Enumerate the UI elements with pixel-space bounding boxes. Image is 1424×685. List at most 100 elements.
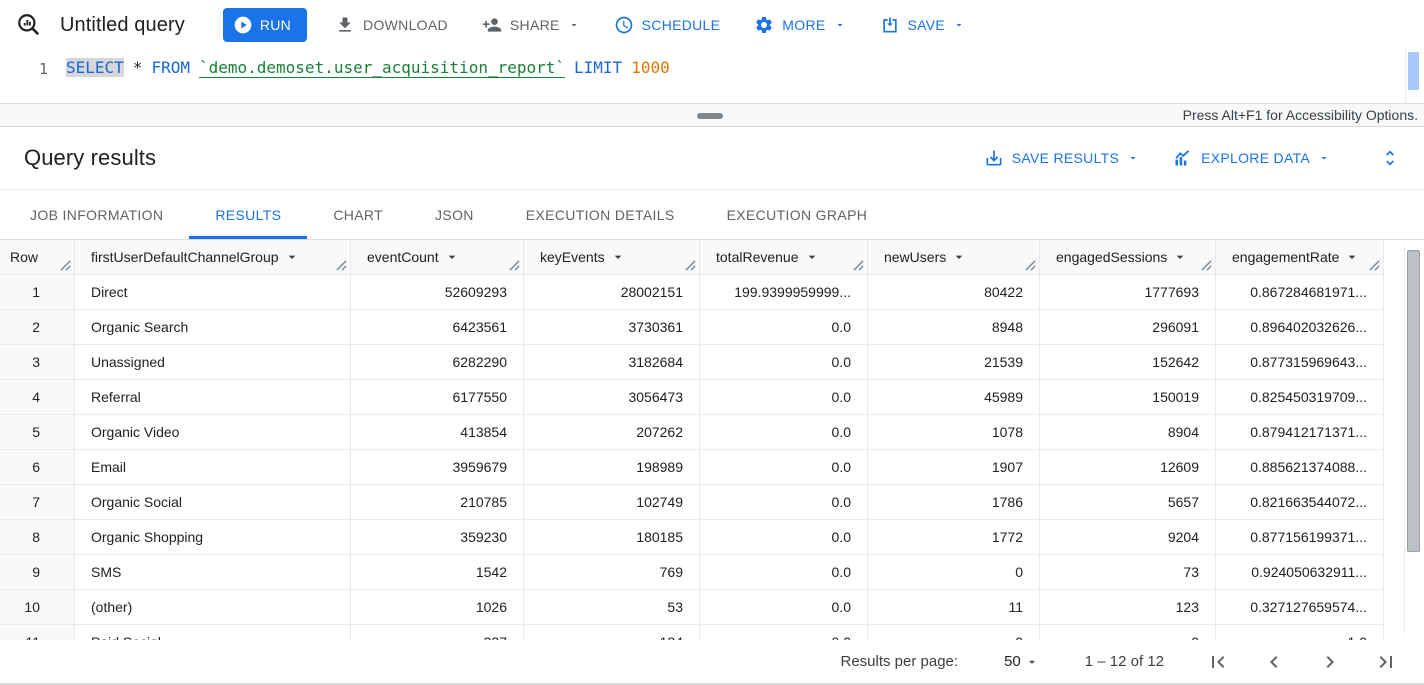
tab-job-information[interactable]: JOB INFORMATION: [4, 190, 189, 239]
table-row: 2 Organic Search 6423561 3730361 0.0 894…: [0, 310, 1383, 345]
column-resize-handle[interactable]: [1025, 260, 1036, 271]
run-label: RUN: [260, 17, 291, 33]
table-cell: 0: [868, 625, 1040, 640]
column-header-label: newUsers: [884, 249, 946, 265]
column-menu-icon[interactable]: [1344, 249, 1360, 265]
sql-table-reference[interactable]: `demo.demoset.user_acquisition_report`: [199, 58, 565, 77]
save-button[interactable]: SAVE: [874, 7, 972, 43]
table-cell: 0.877156199371...: [1216, 520, 1383, 555]
table-cell: 6282290: [351, 345, 524, 380]
editor-scrollbar[interactable]: [1405, 50, 1420, 103]
table-cell: Unassigned: [75, 345, 351, 380]
column-menu-icon[interactable]: [610, 249, 626, 265]
first-page-button[interactable]: [1206, 650, 1230, 674]
column-resize-handle[interactable]: [509, 260, 520, 271]
last-page-icon: [1374, 650, 1398, 674]
column-menu-icon[interactable]: [804, 249, 820, 265]
row-column-header: Row: [0, 240, 75, 275]
table-cell: 152642: [1040, 345, 1216, 380]
table-cell: Email: [75, 450, 351, 485]
table-cell: 45989: [868, 380, 1040, 415]
last-page-button[interactable]: [1374, 650, 1398, 674]
table-row: 6 Email 3959679 198989 0.0 1907 12609 0.…: [0, 450, 1383, 485]
tab-chart[interactable]: CHART: [307, 190, 409, 239]
table-cell: 53: [524, 590, 700, 625]
table-cell: Organic Video: [75, 415, 351, 450]
table-cell: Direct: [75, 275, 351, 310]
expand-results-button[interactable]: [1380, 148, 1400, 168]
sql-code-line[interactable]: 1 SELECT*FROM`demo.demoset.user_acquisit…: [0, 50, 1424, 81]
row-number: 8: [0, 520, 75, 555]
column-menu-icon[interactable]: [1172, 249, 1188, 265]
table-cell: 102749: [524, 485, 700, 520]
more-button[interactable]: MORE: [748, 7, 851, 43]
tab-execution-graph[interactable]: EXECUTION GRAPH: [701, 190, 894, 239]
save-results-icon: [984, 148, 1004, 168]
table-cell: 8904: [1040, 415, 1216, 450]
row-number: 9: [0, 555, 75, 590]
save-results-label: SAVE RESULTS: [1012, 150, 1119, 166]
table-cell: 0.825450319709...: [1216, 380, 1383, 415]
pane-resize-handle[interactable]: [697, 113, 723, 119]
results-scrollbar[interactable]: [1383, 240, 1424, 640]
save-results-button[interactable]: SAVE RESULTS: [984, 148, 1139, 168]
results-scrollbar-thumb[interactable]: [1407, 250, 1420, 552]
column-resize-handle[interactable]: [336, 260, 347, 271]
page-range: 1 – 12 of 12: [1085, 653, 1164, 670]
table-cell: SMS: [75, 555, 351, 590]
explore-data-button[interactable]: EXPLORE DATA: [1173, 148, 1330, 168]
tab-execution-details[interactable]: EXECUTION DETAILS: [500, 190, 701, 239]
table-cell: 1.0: [1216, 625, 1383, 640]
schedule-button[interactable]: SCHEDULE: [608, 7, 727, 43]
page-size-select[interactable]: 50: [1004, 653, 1039, 670]
download-button[interactable]: DOWNLOAD: [329, 7, 454, 43]
table-cell: 3730361: [524, 310, 700, 345]
table-cell: 1026: [351, 590, 524, 625]
column-menu-icon[interactable]: [951, 249, 967, 265]
column-resize-handle[interactable]: [685, 260, 696, 271]
table-cell: Organic Social: [75, 485, 351, 520]
table-cell: 3056473: [524, 380, 700, 415]
table-cell: 210785: [351, 485, 524, 520]
table-cell: 1772: [868, 520, 1040, 555]
query-title[interactable]: Untitled query: [60, 14, 185, 37]
table-cell: 0.896402032626...: [1216, 310, 1383, 345]
table-cell: 1542: [351, 555, 524, 590]
table-cell: 12609: [1040, 450, 1216, 485]
sql-text[interactable]: SELECT*FROM`demo.demoset.user_acquisitio…: [48, 56, 670, 80]
query-results-title: Query results: [24, 145, 156, 171]
table-cell: 0.924050632911...: [1216, 555, 1383, 590]
run-button[interactable]: RUN: [223, 8, 307, 42]
next-page-button[interactable]: [1318, 650, 1342, 674]
column-menu-icon[interactable]: [284, 249, 300, 265]
table-cell: 0.867284681971...: [1216, 275, 1383, 310]
table-cell: 207262: [524, 415, 700, 450]
tab-json[interactable]: JSON: [409, 190, 500, 239]
results-pager: Results per page: 50 1 – 12 of 12: [0, 640, 1424, 685]
table-row: 9 SMS 1542 769 0.0 0 73 0.924050632911..…: [0, 555, 1383, 590]
column-resize-handle[interactable]: [853, 260, 864, 271]
share-label: SHARE: [510, 17, 560, 33]
previous-page-button[interactable]: [1262, 650, 1286, 674]
table-cell: 0.821663544072...: [1216, 485, 1383, 520]
column-header: keyEvents: [524, 240, 700, 275]
column-resize-handle[interactable]: [1369, 260, 1380, 271]
table-cell: 123: [1040, 590, 1216, 625]
chevron-down-icon: [834, 19, 846, 31]
column-header-label: firstUserDefaultChannelGroup: [91, 249, 279, 265]
share-button[interactable]: SHARE: [476, 7, 586, 43]
tab-results[interactable]: RESULTS: [189, 190, 307, 239]
table-cell: 0.0: [700, 485, 868, 520]
table-row: 5 Organic Video 413854 207262 0.0 1078 8…: [0, 415, 1383, 450]
sql-editor[interactable]: 1 SELECT*FROM`demo.demoset.user_acquisit…: [0, 50, 1424, 103]
table-header-row: Row firstUserDefaultChannelGroup eventCo…: [0, 240, 1383, 275]
column-menu-icon[interactable]: [444, 249, 460, 265]
table-row: 7 Organic Social 210785 102749 0.0 1786 …: [0, 485, 1383, 520]
column-resize-handle[interactable]: [1201, 260, 1212, 271]
more-label: MORE: [782, 17, 825, 33]
editor-scrollbar-thumb[interactable]: [1408, 52, 1419, 90]
results-scrollbar-track[interactable]: [1404, 246, 1420, 634]
column-resize-handle[interactable]: [60, 260, 71, 271]
sql-number-literal: 1000: [631, 58, 670, 77]
results-tab-bar: JOB INFORMATION RESULTS CHART JSON EXECU…: [0, 190, 1424, 240]
